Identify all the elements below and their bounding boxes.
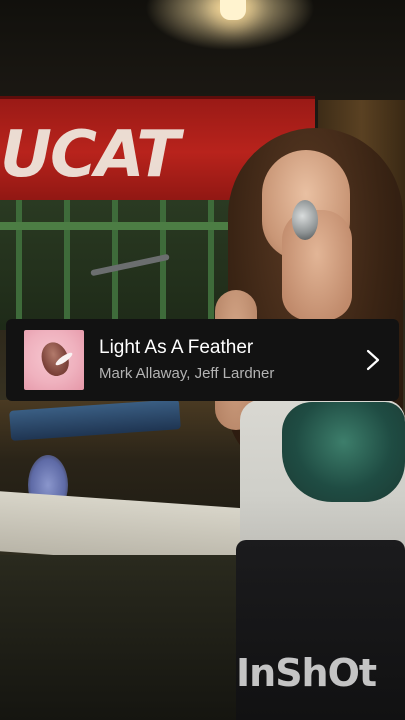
ceiling-light xyxy=(220,0,246,20)
chevron-right-icon[interactable] xyxy=(359,346,387,374)
track-title[interactable]: Light As A Feather xyxy=(99,337,351,359)
fence-rail xyxy=(0,222,240,230)
track-info[interactable]: Light As A Feather Mark Allaway, Jeff La… xyxy=(99,337,351,383)
top-print xyxy=(282,402,405,502)
microphone xyxy=(292,200,318,240)
now-playing-card[interactable]: Light As A Feather Mark Allaway, Jeff La… xyxy=(6,319,399,401)
inshot-watermark: InShOt xyxy=(236,651,377,695)
track-artists[interactable]: Mark Allaway, Jeff Lardner xyxy=(99,365,351,383)
album-art[interactable] xyxy=(24,330,84,390)
floor-shadow xyxy=(0,555,240,720)
